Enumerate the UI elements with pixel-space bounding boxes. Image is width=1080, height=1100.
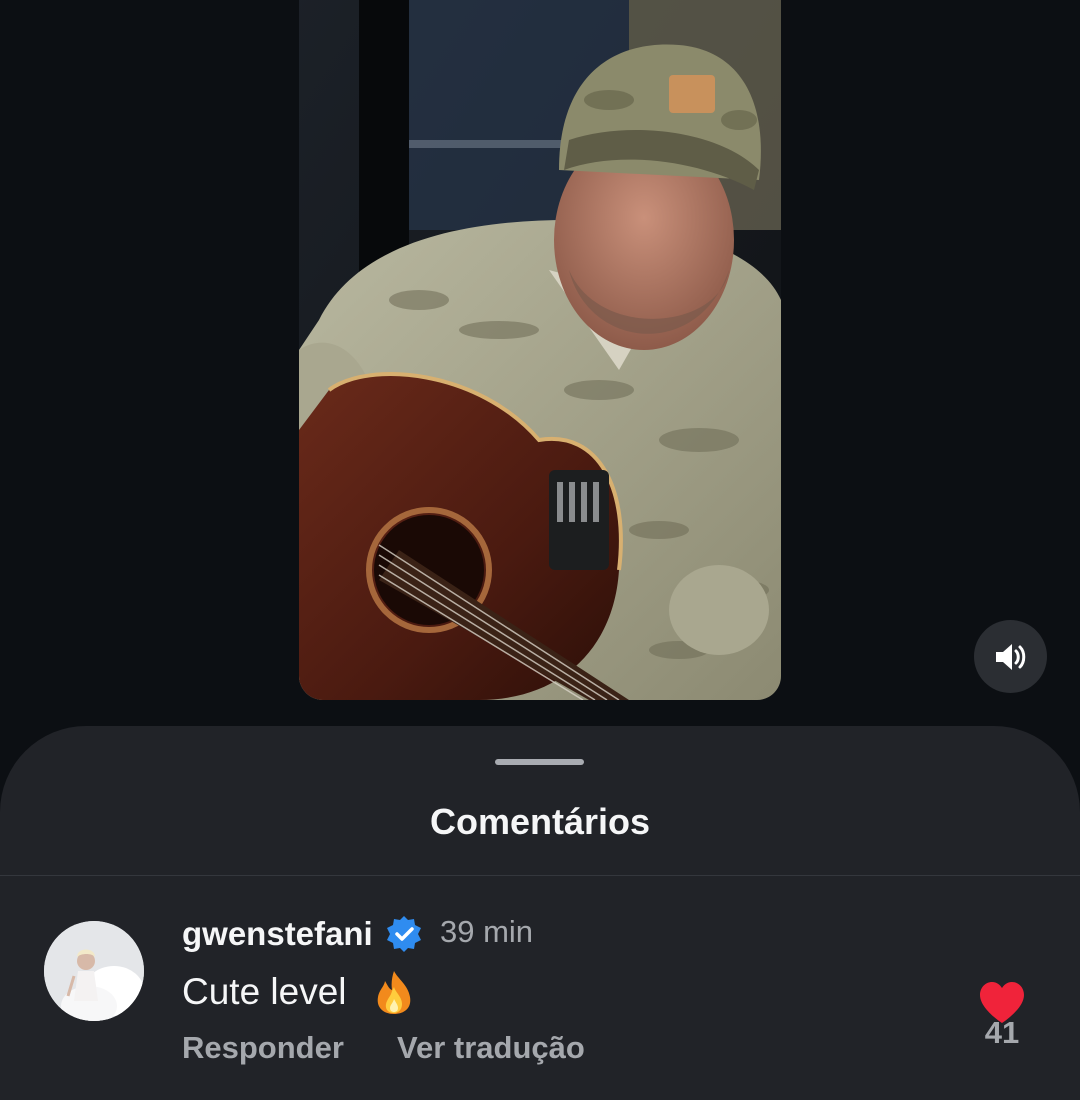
volume-toggle-button[interactable] xyxy=(974,620,1047,693)
reply-button[interactable]: Responder xyxy=(182,1028,344,1068)
comment-text: Cute level xyxy=(182,971,347,1012)
see-translation-button[interactable]: Ver tradução xyxy=(397,1028,585,1068)
avatar[interactable] xyxy=(44,921,144,1021)
speaker-volume-icon xyxy=(995,643,1025,670)
reel-screen: Comentários gwenstefani 39 min Cute leve… xyxy=(0,0,1080,1100)
like-count: 41 xyxy=(984,1015,1020,1050)
comment-time: 39 min xyxy=(440,914,534,949)
comments-sheet: Comentários gwenstefani 39 min Cute leve… xyxy=(0,726,1080,1100)
divider xyxy=(0,875,1080,876)
video-player[interactable] xyxy=(299,0,781,700)
comment-username[interactable]: gwenstefani xyxy=(182,914,373,954)
avatar-image xyxy=(44,921,144,1021)
sheet-drag-handle[interactable] xyxy=(495,759,584,765)
video-frame-image xyxy=(299,0,781,700)
fire-icon xyxy=(377,971,411,1014)
verified-badge-icon xyxy=(387,916,421,952)
comments-title: Comentários xyxy=(429,801,651,842)
